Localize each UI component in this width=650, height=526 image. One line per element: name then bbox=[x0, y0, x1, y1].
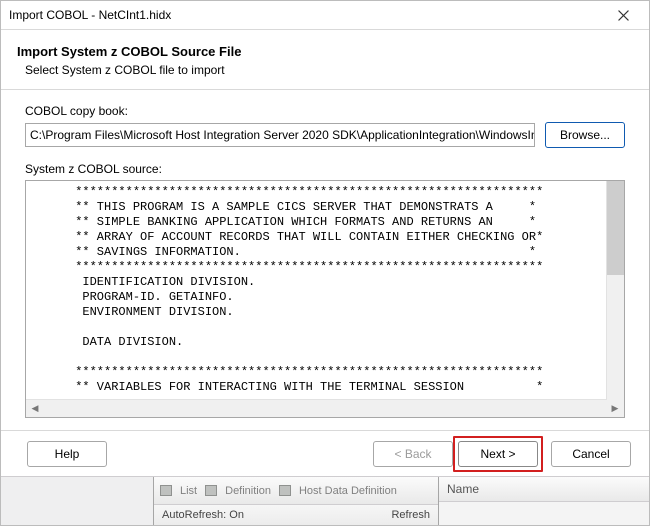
background-app-strip: List Definition Host Data Definition Aut… bbox=[1, 476, 649, 525]
copybook-path-input[interactable]: C:\Program Files\Microsoft Host Integrat… bbox=[25, 123, 535, 147]
bg-right-body bbox=[439, 502, 649, 526]
wizard-window: Import COBOL - NetCInt1.hidx Import Syst… bbox=[0, 0, 650, 526]
bg-middle-panel: List Definition Host Data Definition Aut… bbox=[154, 477, 439, 525]
vertical-scrollbar[interactable] bbox=[606, 181, 624, 400]
bg-toolbar-item: Definition bbox=[225, 485, 271, 497]
source-text[interactable]: ****************************************… bbox=[26, 181, 624, 399]
titlebar: Import COBOL - NetCInt1.hidx bbox=[1, 1, 649, 30]
source-viewer: ****************************************… bbox=[25, 180, 625, 418]
bg-right-header: Name bbox=[439, 477, 649, 502]
next-highlight: Next > bbox=[453, 436, 543, 472]
close-button[interactable] bbox=[603, 3, 643, 27]
definition-icon bbox=[205, 485, 217, 496]
close-icon bbox=[618, 10, 629, 21]
page-subtitle: Select System z COBOL file to import bbox=[25, 63, 633, 77]
cancel-button[interactable]: Cancel bbox=[551, 441, 631, 467]
scroll-right-icon[interactable]: ▶ bbox=[609, 403, 621, 414]
horizontal-scrollbar[interactable]: ◀ ▶ bbox=[26, 399, 624, 417]
wizard-body: COBOL copy book: C:\Program Files\Micros… bbox=[1, 90, 649, 426]
bg-right-header-text: Name bbox=[447, 482, 479, 496]
bg-statusbar: AutoRefresh: On Refresh bbox=[154, 505, 438, 525]
bg-toolbar-item: List bbox=[180, 485, 197, 497]
bg-left-panel bbox=[1, 477, 154, 525]
copybook-row: C:\Program Files\Microsoft Host Integrat… bbox=[25, 122, 625, 148]
window-title: Import COBOL - NetCInt1.hidx bbox=[9, 8, 603, 22]
page-title: Import System z COBOL Source File bbox=[17, 44, 633, 59]
refresh-link: Refresh bbox=[391, 509, 430, 521]
scroll-left-icon[interactable]: ◀ bbox=[29, 403, 41, 414]
bg-right-panel: Name bbox=[439, 477, 649, 525]
list-icon bbox=[160, 485, 172, 496]
autorefresh-status: AutoRefresh: On bbox=[162, 509, 244, 521]
bg-toolbar-item: Host Data Definition bbox=[299, 485, 397, 497]
next-button[interactable]: Next > bbox=[458, 441, 538, 467]
wizard-header: Import System z COBOL Source File Select… bbox=[1, 30, 649, 90]
bg-toolbar: List Definition Host Data Definition bbox=[154, 477, 438, 505]
host-data-definition-icon bbox=[279, 485, 291, 496]
source-label: System z COBOL source: bbox=[25, 162, 625, 176]
wizard-footer: Help < Back Next > Cancel bbox=[1, 430, 649, 477]
back-button[interactable]: < Back bbox=[373, 441, 453, 467]
copybook-label: COBOL copy book: bbox=[25, 104, 625, 118]
scrollbar-thumb[interactable] bbox=[607, 181, 624, 275]
browse-button[interactable]: Browse... bbox=[545, 122, 625, 148]
help-button[interactable]: Help bbox=[27, 441, 107, 467]
